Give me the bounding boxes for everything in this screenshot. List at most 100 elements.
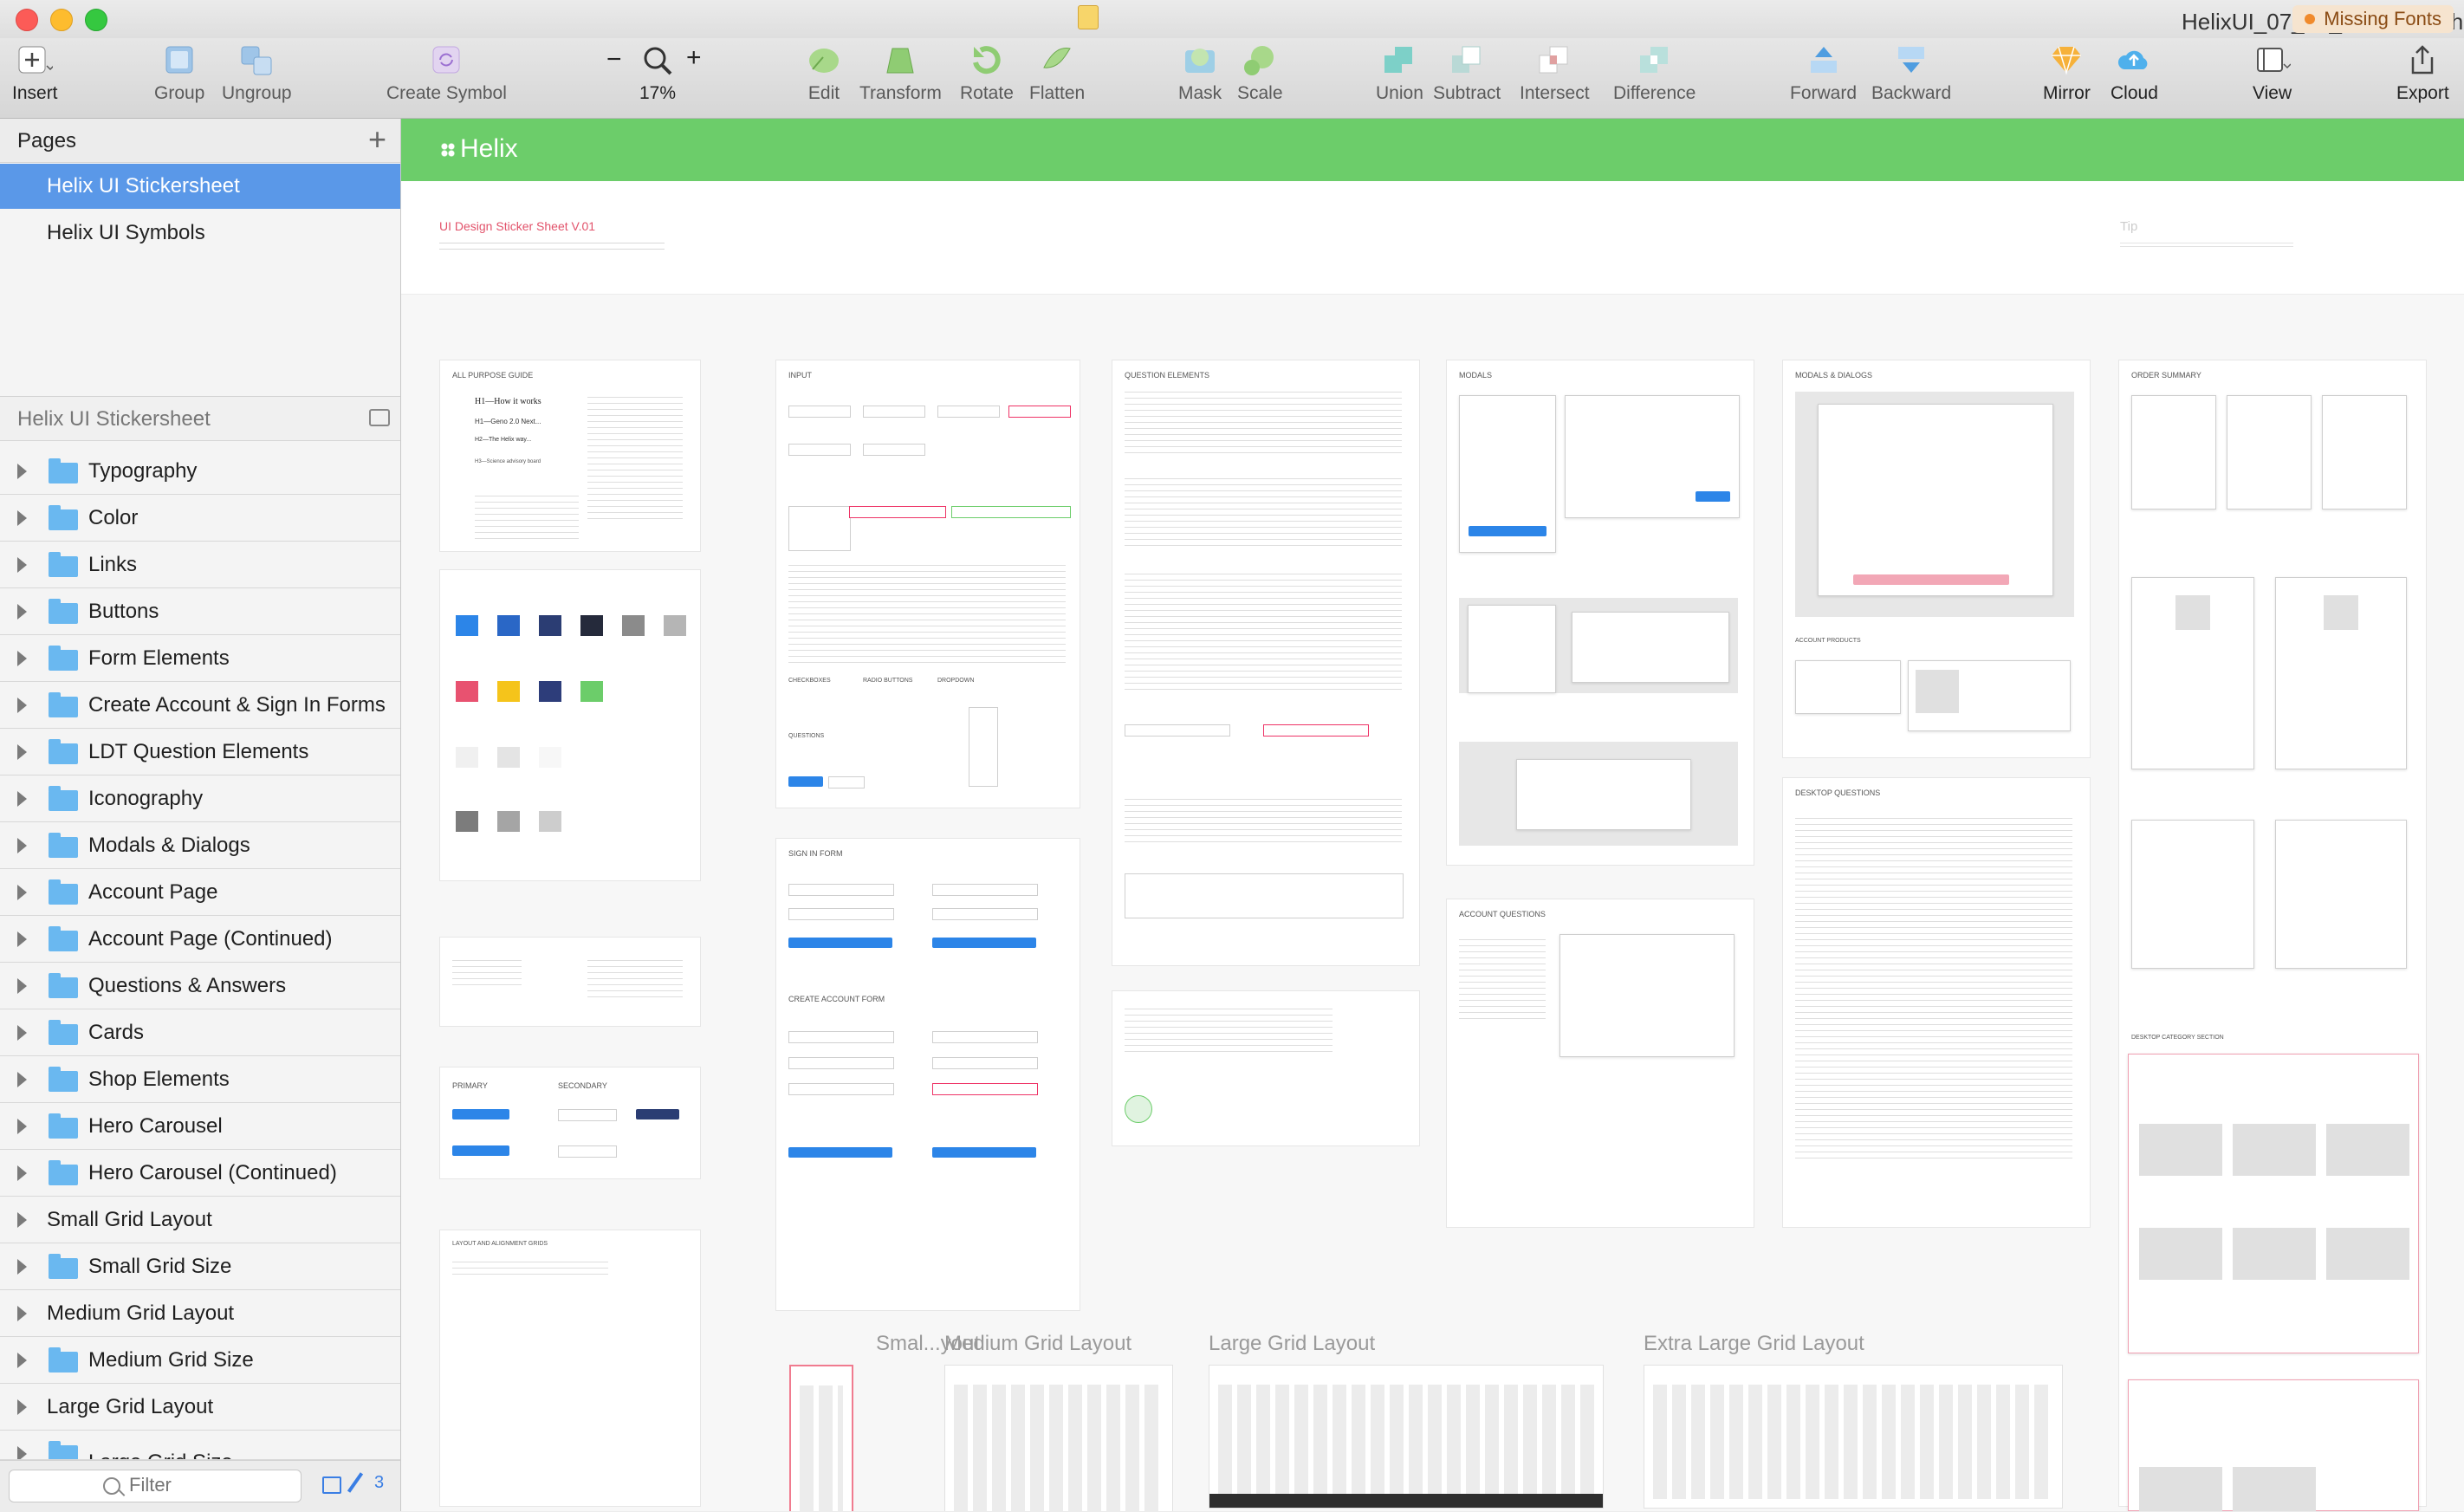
design-canvas[interactable]: Helix UI Design Sticker Sheet V.01 Tip A…: [401, 119, 2464, 1511]
disclosure-triangle-icon[interactable]: [17, 1212, 27, 1228]
layer-medium-grid-size[interactable]: Medium Grid Size: [0, 1337, 400, 1384]
mirror-button[interactable]: Mirror: [2043, 43, 2091, 104]
disclosure-triangle-icon[interactable]: [17, 464, 27, 479]
disclosure-triangle-icon[interactable]: [17, 1259, 27, 1275]
ungroup-button[interactable]: Ungroup: [222, 43, 292, 104]
disclosure-triangle-icon[interactable]: [17, 651, 27, 666]
zoom-out-button[interactable]: −: [606, 45, 622, 75]
layer-links[interactable]: Links: [0, 542, 400, 588]
disclosure-triangle-icon[interactable]: [17, 1165, 27, 1181]
zoom-in-button[interactable]: +: [686, 43, 702, 73]
disclosure-triangle-icon[interactable]: [17, 557, 27, 573]
export-button[interactable]: Export: [2396, 43, 2449, 104]
subtract-button[interactable]: Subtract: [1433, 43, 1501, 104]
missing-fonts-button[interactable]: Missing Fonts: [2292, 5, 2454, 33]
disclosure-triangle-icon[interactable]: [17, 698, 27, 713]
edit-button[interactable]: Edit: [806, 43, 842, 104]
sign-in-forms-artboard[interactable]: SIGN IN FORM CREATE ACCOUNT FORM: [775, 838, 1080, 1311]
pencil-icon[interactable]: [347, 1472, 364, 1493]
minimize-window-button[interactable]: [50, 9, 73, 31]
desktop-questions-artboard[interactable]: DESKTOP QUESTIONS: [1782, 777, 2091, 1228]
name-field-sample: [788, 1057, 894, 1069]
iconography-artboard[interactable]: [1112, 990, 1420, 1146]
layer-typography[interactable]: Typography: [0, 448, 400, 495]
close-window-button[interactable]: [16, 9, 38, 31]
disclosure-triangle-icon[interactable]: [17, 1025, 27, 1041]
layer-questions-answers[interactable]: Questions & Answers: [0, 963, 400, 1009]
modals-dialogs-artboard[interactable]: MODALS & DIALOGS ACCOUNT PRODUCTS: [1782, 360, 2091, 758]
layer-medium-grid-layout[interactable]: Medium Grid Layout: [0, 1290, 400, 1337]
layer-form-elements[interactable]: Form Elements: [0, 635, 400, 682]
filter-field[interactable]: [9, 1470, 302, 1502]
forward-button[interactable]: Forward: [1790, 43, 1857, 104]
layer-account-page[interactable]: Account Page: [0, 869, 400, 916]
rotate-button[interactable]: Rotate: [960, 43, 1014, 104]
disclosure-triangle-icon[interactable]: [17, 604, 27, 620]
layer-small-grid-layout[interactable]: Small Grid Layout: [0, 1197, 400, 1243]
layer-buttons[interactable]: Buttons: [0, 588, 400, 635]
layout-grids-artboard[interactable]: LAYOUT AND ALIGNMENT GRIDS: [439, 1230, 701, 1507]
group-button[interactable]: Group: [154, 43, 204, 104]
disclosure-triangle-icon[interactable]: [17, 1353, 27, 1368]
question-elements-artboard[interactable]: QUESTION ELEMENTS: [1112, 360, 1420, 966]
zoom-level[interactable]: 17%: [639, 43, 676, 104]
cloud-button[interactable]: Cloud: [2111, 43, 2158, 104]
layer-create-account[interactable]: Create Account & Sign In Forms: [0, 682, 400, 729]
mask-label: Mask: [1178, 83, 1222, 103]
disclosure-triangle-icon[interactable]: [17, 931, 27, 947]
order-summary-artboard[interactable]: ORDER SUMMARY DESKTOP CATEGORY SECTION: [2118, 360, 2427, 1511]
add-page-button[interactable]: +: [368, 122, 386, 157]
typography-artboard[interactable]: ALL PURPOSE GUIDE H1—How it works H1—Gen…: [439, 360, 701, 552]
union-button[interactable]: Union: [1376, 43, 1423, 104]
disclosure-triangle-icon[interactable]: [17, 838, 27, 853]
disclosure-triangle-icon[interactable]: [17, 791, 27, 807]
insert-button[interactable]: Insert: [12, 43, 58, 104]
mask-button[interactable]: Mask: [1178, 43, 1222, 104]
layer-hero-carousel[interactable]: Hero Carousel: [0, 1103, 400, 1150]
layer-large-grid-size[interactable]: Large Grid Size: [0, 1431, 400, 1460]
disclosure-triangle-icon[interactable]: [17, 1306, 27, 1321]
disclosure-triangle-icon[interactable]: [17, 1072, 27, 1087]
layer-shop-elements[interactable]: Shop Elements: [0, 1056, 400, 1103]
scale-button[interactable]: Scale: [1237, 43, 1283, 104]
disclosure-triangle-icon[interactable]: [17, 1446, 27, 1459]
disclosure-triangle-icon[interactable]: [17, 978, 27, 994]
copy-layers-icon[interactable]: [322, 1476, 341, 1494]
links-artboard[interactable]: [439, 937, 701, 1027]
layer-account-page-continued[interactable]: Account Page (Continued): [0, 916, 400, 963]
create-symbol-button[interactable]: Create Symbol: [386, 43, 507, 104]
disclosure-triangle-icon[interactable]: [17, 1119, 27, 1134]
zoom-window-button[interactable]: [85, 9, 107, 31]
account-questions-artboard[interactable]: ACCOUNT QUESTIONS: [1446, 899, 1754, 1228]
collapse-layers-icon[interactable]: [369, 409, 390, 426]
layer-iconography[interactable]: Iconography: [0, 775, 400, 822]
page-item-stickersheet[interactable]: Helix UI Stickersheet: [0, 164, 400, 209]
buttons-artboard[interactable]: PRIMARY SECONDARY: [439, 1067, 701, 1179]
layer-color[interactable]: Color: [0, 495, 400, 542]
disclosure-triangle-icon[interactable]: [17, 1399, 27, 1415]
disclosure-triangle-icon[interactable]: [17, 744, 27, 760]
disclosure-triangle-icon[interactable]: [17, 885, 27, 900]
disclosure-triangle-icon[interactable]: [17, 510, 27, 526]
large-grid-artboard[interactable]: [1209, 1365, 1604, 1509]
difference-button[interactable]: Difference: [1613, 43, 1696, 104]
color-artboard[interactable]: [439, 569, 701, 881]
view-button[interactable]: View: [2253, 43, 2292, 104]
layer-hero-carousel-continued[interactable]: Hero Carousel (Continued): [0, 1150, 400, 1197]
form-elements-artboard[interactable]: INPUT CHECKBOXES RADIO BUTTONS DROPDOWN …: [775, 360, 1080, 808]
intersect-button[interactable]: Intersect: [1520, 43, 1590, 104]
filter-input[interactable]: [127, 1473, 287, 1497]
flatten-button[interactable]: Flatten: [1029, 43, 1085, 104]
layer-ldt-question[interactable]: LDT Question Elements: [0, 729, 400, 775]
modals-artboard[interactable]: MODALS: [1446, 360, 1754, 866]
layer-large-grid-layout[interactable]: Large Grid Layout: [0, 1384, 400, 1431]
xlarge-grid-artboard[interactable]: [1644, 1365, 2063, 1509]
small-grid-artboard[interactable]: [789, 1365, 853, 1511]
layer-modals[interactable]: Modals & Dialogs: [0, 822, 400, 869]
layer-small-grid-size[interactable]: Small Grid Size: [0, 1243, 400, 1290]
medium-grid-artboard[interactable]: [944, 1365, 1173, 1511]
backward-button[interactable]: Backward: [1871, 43, 1951, 104]
page-item-symbols[interactable]: Helix UI Symbols: [0, 211, 400, 256]
transform-button[interactable]: Transform: [859, 43, 942, 104]
layer-cards[interactable]: Cards: [0, 1009, 400, 1056]
